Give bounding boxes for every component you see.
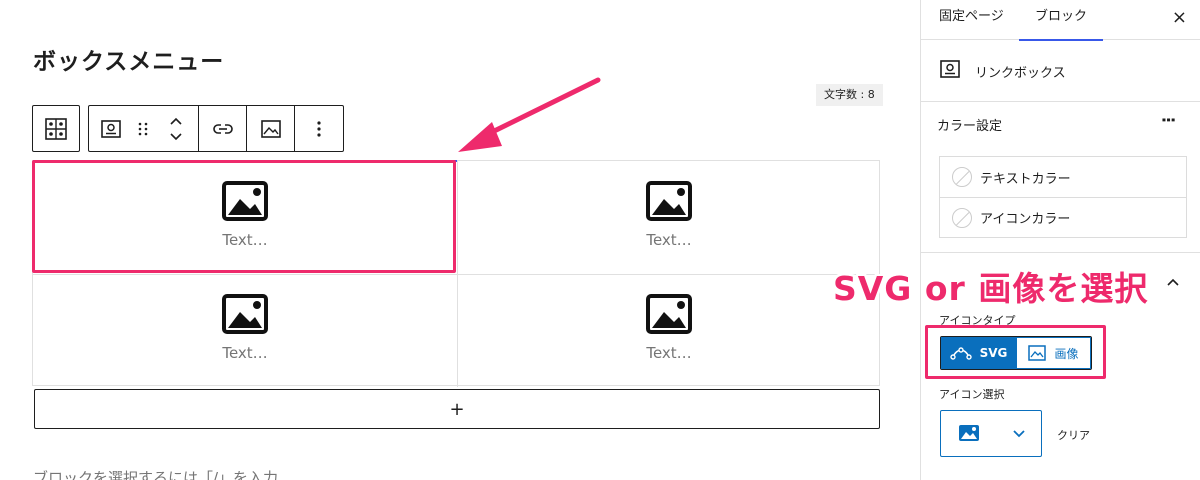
chevron-up-icon[interactable] (1166, 278, 1180, 287)
block-type-button[interactable] (89, 106, 133, 151)
icon-color-option[interactable]: アイコンカラー (940, 197, 1186, 237)
text-color-option[interactable]: テキストカラー (940, 157, 1186, 197)
more-options-button[interactable] (295, 106, 343, 151)
empty-color-swatch-icon (952, 207, 972, 228)
clear-icon-button[interactable]: クリア (1057, 427, 1090, 443)
move-controls (154, 106, 198, 151)
char-count-badge: 文字数 : 8 (816, 84, 883, 106)
color-settings-menu-icon[interactable]: ⋮ (1159, 112, 1178, 127)
image-placeholder-icon (646, 294, 692, 334)
image-icon (260, 119, 281, 138)
icon-select-dropdown[interactable] (940, 410, 1042, 457)
settings-sidebar: 固定ページ ブロック × リンクボックス カラー設定 ⋮ テキストカラー アイコ… (920, 0, 1200, 480)
more-vertical-icon (317, 120, 321, 137)
link-box-icon (940, 60, 960, 78)
section-divider (921, 252, 1200, 253)
link-button[interactable] (199, 106, 247, 151)
chevron-up-icon[interactable] (169, 117, 183, 126)
icon-color-label: アイコンカラー (980, 212, 1071, 227)
link-box-text[interactable]: Text… (646, 231, 691, 249)
tab-page[interactable]: 固定ページ (939, 0, 1004, 40)
link-box-text[interactable]: Text… (646, 344, 691, 362)
annotation-callout: SVG or 画像を選択 (833, 269, 1149, 308)
empty-color-swatch-icon (952, 167, 972, 187)
selected-block-highlight (32, 160, 456, 273)
block-card: リンクボックス (921, 40, 1200, 102)
annotation-arrow (458, 77, 601, 152)
chevron-down-icon (1013, 430, 1025, 438)
block-type-group (89, 106, 199, 151)
sidebar-tabs: 固定ページ ブロック × (921, 0, 1200, 41)
link-box-item[interactable]: Text… (457, 274, 881, 387)
text-color-label: テキストカラー (980, 171, 1071, 187)
add-block-button[interactable]: + (34, 389, 880, 429)
drag-handle[interactable] (133, 106, 155, 151)
block-toolbar (88, 105, 344, 152)
image-placeholder-icon (646, 181, 692, 221)
image-placeholder-icon (222, 294, 268, 334)
block-placeholder-hint[interactable]: ブロックを選択するには「/」を入力 (33, 467, 278, 480)
link-box-item[interactable]: Text… (457, 161, 881, 274)
tab-block[interactable]: ブロック (1019, 0, 1104, 41)
link-box-text[interactable]: Text… (222, 344, 267, 362)
image-icon (959, 425, 979, 441)
grid-block-icon (45, 117, 67, 140)
icon-type-highlight (925, 325, 1106, 379)
link-box-icon (100, 119, 121, 138)
editor-canvas: ボックスメニュー 文字数 : 8 Text… Text… Text… Text…… (0, 0, 920, 480)
icon-select-label: アイコン選択 (939, 388, 1005, 401)
link-box-item[interactable]: Text… (33, 274, 457, 387)
drag-icon (139, 122, 148, 135)
parent-block-button[interactable] (32, 105, 80, 152)
image-button[interactable] (247, 106, 295, 151)
chevron-down-icon[interactable] (169, 132, 183, 141)
block-name: リンクボックス (975, 66, 1066, 81)
color-settings-list: テキストカラー アイコンカラー (939, 156, 1187, 238)
color-settings-title: カラー設定 (937, 119, 1003, 134)
link-icon (212, 123, 233, 134)
close-icon[interactable]: × (1172, 8, 1187, 28)
page-title[interactable]: ボックスメニュー (33, 42, 224, 76)
